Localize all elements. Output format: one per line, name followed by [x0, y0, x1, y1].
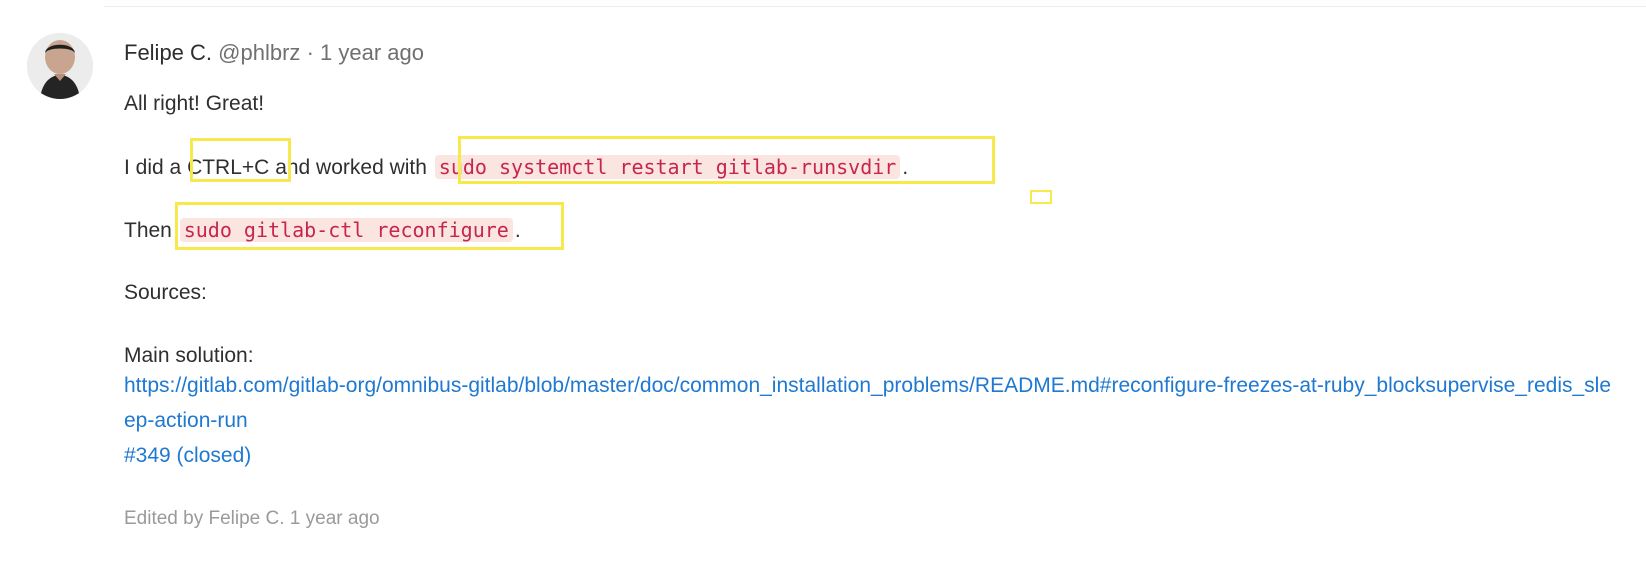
author-name[interactable]: Felipe C.	[124, 40, 212, 65]
small-highlight-box	[1030, 190, 1052, 204]
reconfigure-command-code: sudo gitlab-ctl reconfigure	[179, 218, 513, 242]
line2-middle: and worked with	[275, 156, 427, 179]
reconfigure-paragraph: Then sudo gitlab-ctl reconfigure.	[124, 218, 521, 243]
solution-paragraph: Main solution: https://gitlab.com/gitlab…	[124, 344, 1616, 438]
line3-period: .	[514, 219, 521, 242]
sources-label: Sources:	[124, 281, 207, 304]
user-avatar-icon	[27, 33, 93, 99]
solution-label: Main solution:	[124, 344, 254, 367]
comment-note: Felipe C. @phlbrz · 1 year ago All right…	[124, 38, 1646, 529]
issue-link[interactable]: #349 (closed)	[124, 444, 251, 467]
sources-paragraph: Sources:	[124, 281, 207, 305]
greeting-paragraph: All right! Great!	[124, 92, 264, 116]
issue-reference: #349 (closed)	[124, 444, 251, 468]
edited-text: Edited by Felipe C. 1 year ago	[124, 508, 380, 529]
line2-prefix: I did a	[124, 156, 182, 179]
greeting-text: All right! Great!	[124, 92, 265, 115]
solution-link[interactable]: https://gitlab.com/gitlab-org/omnibus-gi…	[124, 368, 1616, 438]
line2-period: .	[902, 156, 909, 179]
line3-prefix: Then	[124, 219, 172, 242]
edited-note: Edited by Felipe C. 1 year ago	[124, 507, 380, 531]
author-handle[interactable]: @phlbrz	[218, 40, 300, 65]
restart-command-code: sudo systemctl restart gitlab-runsvdir	[434, 155, 901, 179]
header-separator: ·	[306, 40, 314, 65]
ctrl-c-paragraph: I did a CTRL+C and worked with sudo syst…	[124, 155, 908, 180]
comment-timestamp[interactable]: 1 year ago	[320, 40, 424, 65]
ctrl-c-text: CTRL+C	[187, 156, 270, 179]
note-header: Felipe C. @phlbrz · 1 year ago	[124, 38, 1646, 68]
avatar[interactable]	[27, 33, 93, 99]
top-divider	[104, 6, 1646, 7]
